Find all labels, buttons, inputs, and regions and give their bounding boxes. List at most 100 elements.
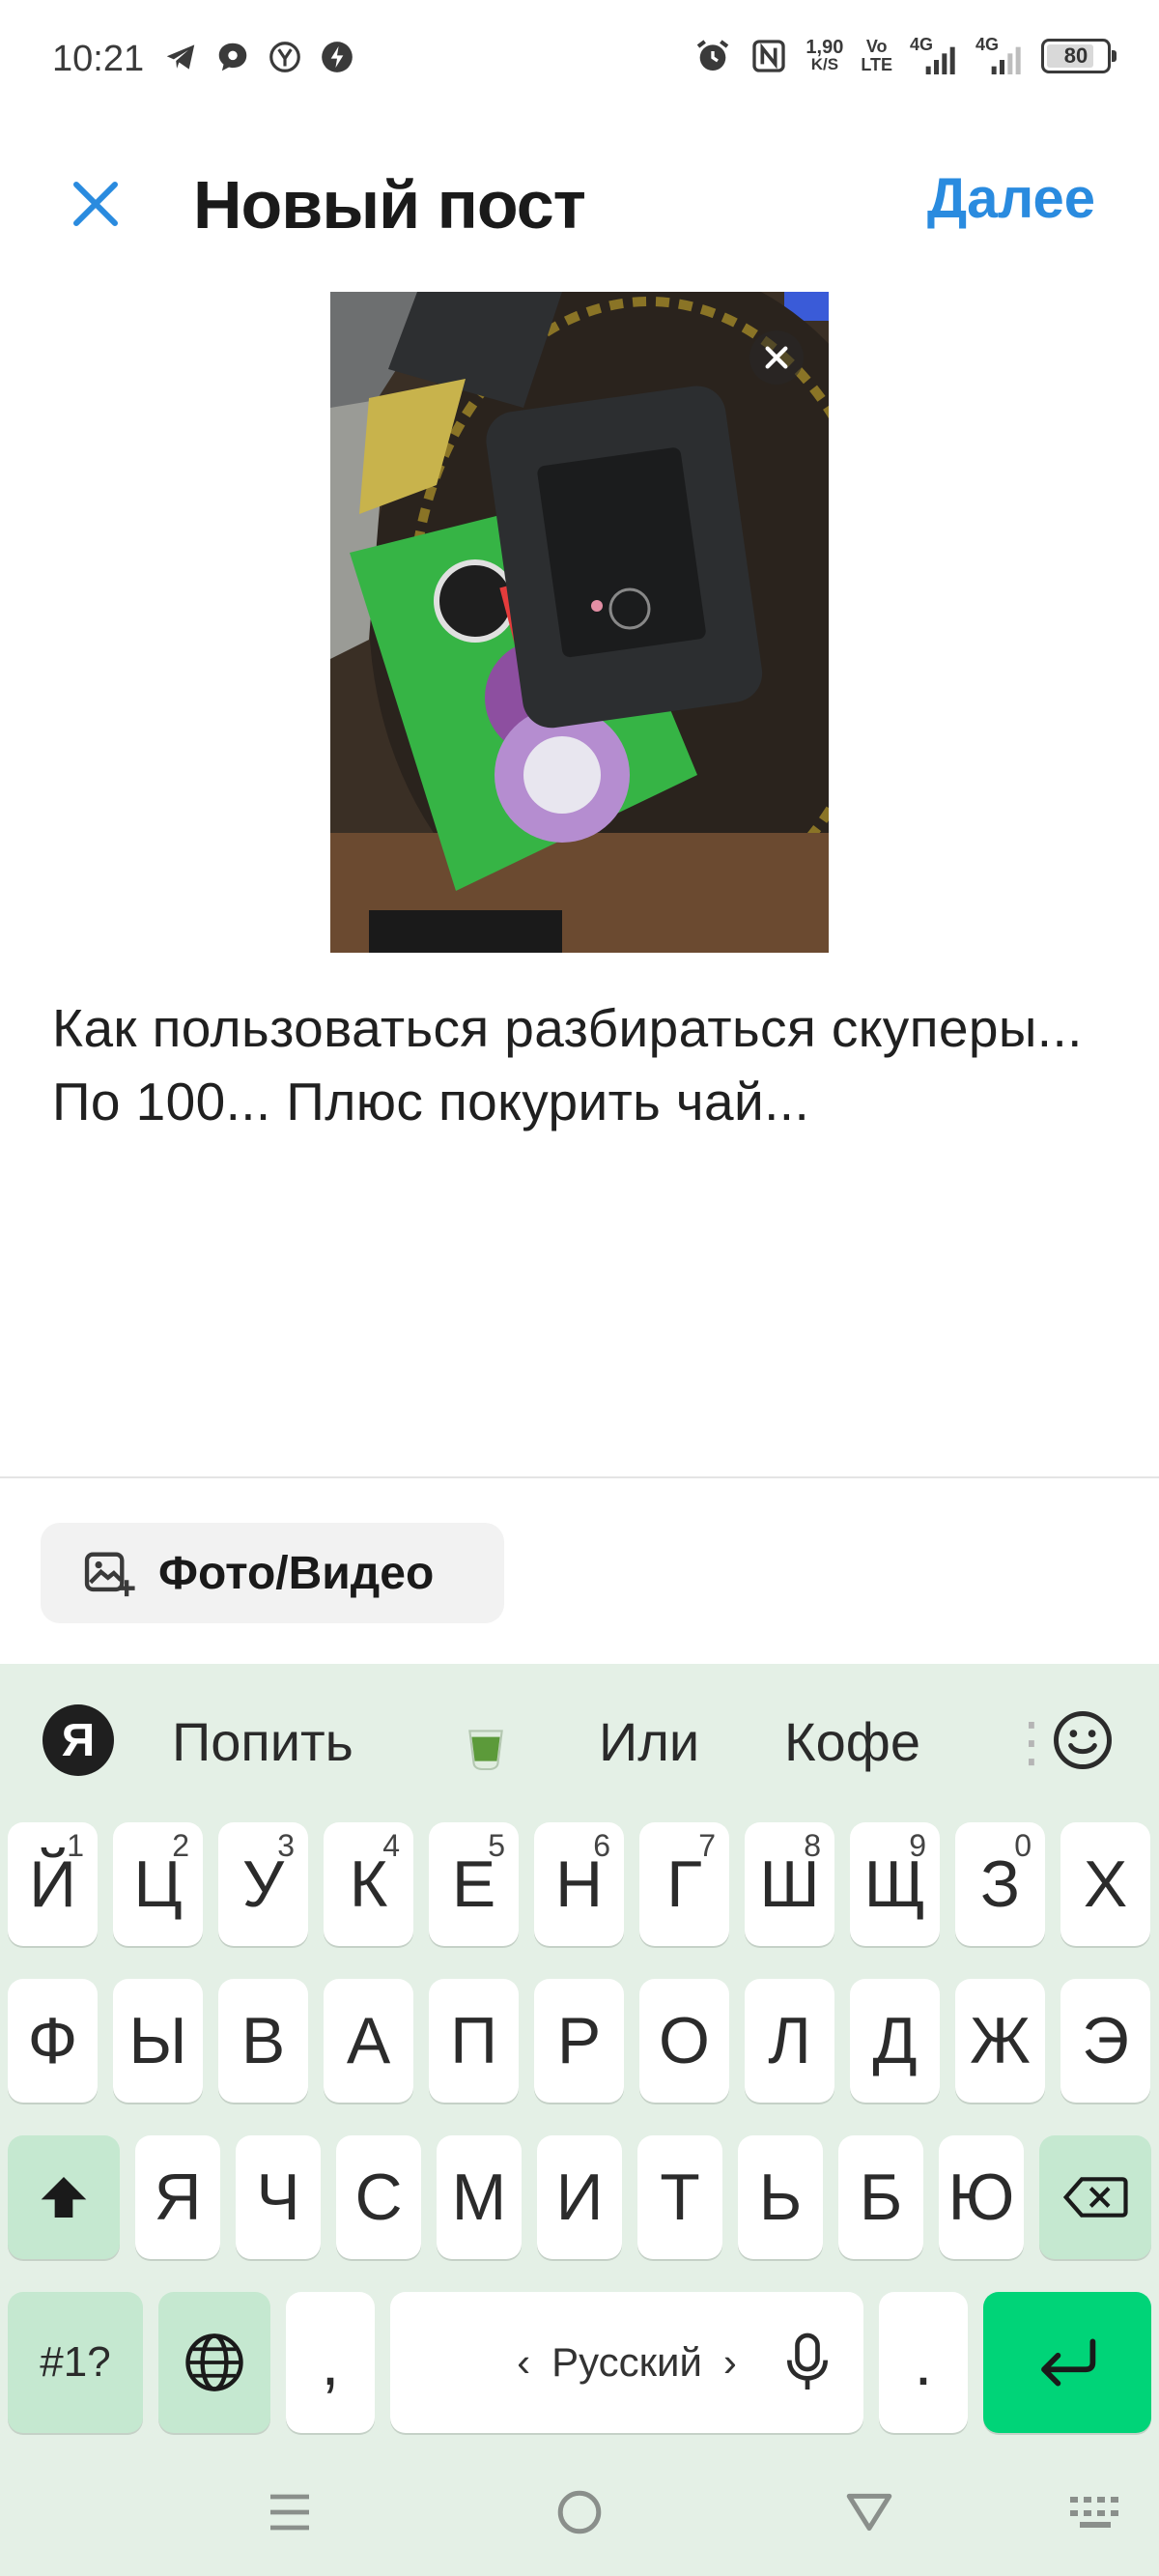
key-х[interactable]: Х bbox=[1060, 1822, 1150, 1946]
space-language-label: ‹ Русский › bbox=[517, 2339, 737, 2386]
key-в[interactable]: В bbox=[218, 1979, 308, 2103]
enter-arrow-icon bbox=[1041, 2338, 1096, 2387]
space-key[interactable]: ‹ Русский › bbox=[390, 2292, 863, 2433]
network-speed: 1,90 K/S bbox=[806, 38, 843, 73]
key-й[interactable]: Й1 bbox=[8, 1822, 98, 1946]
post-text-input[interactable]: Как пользоваться разбираться скуперы... … bbox=[52, 991, 1115, 1138]
key-э[interactable]: Э bbox=[1060, 1979, 1150, 2103]
telegram-icon bbox=[166, 44, 195, 70]
backspace-key[interactable] bbox=[1039, 2135, 1151, 2259]
keyboard-hide-button[interactable] bbox=[1066, 2483, 1124, 2541]
add-photo-video-label: Фото/Видео bbox=[158, 1547, 435, 1599]
chevron-left-icon: ‹ bbox=[517, 2339, 531, 2385]
suggestion-item[interactable]: Или bbox=[599, 1710, 699, 1773]
key-к[interactable]: К4 bbox=[324, 1822, 413, 1946]
key-с[interactable]: С bbox=[336, 2135, 421, 2259]
key-hint: 2 bbox=[172, 1828, 189, 1863]
key-ч[interactable]: Ч bbox=[236, 2135, 321, 2259]
signal-bars-icon bbox=[991, 46, 1021, 74]
alarm-icon bbox=[697, 40, 729, 71]
yandex-logo-button[interactable]: Я bbox=[42, 1704, 114, 1776]
system-icons: 1,90 K/S Vo LTE 4G 4G 80 bbox=[693, 35, 1117, 77]
key-щ[interactable]: Щ9 bbox=[850, 1822, 940, 1946]
space-language-text: Русский bbox=[551, 2339, 702, 2385]
key-label: Х bbox=[1083, 1847, 1128, 1921]
close-icon bbox=[73, 182, 118, 226]
system-navigation-bar bbox=[0, 2452, 1159, 2576]
language-key[interactable] bbox=[158, 2292, 270, 2433]
key-б[interactable]: Б bbox=[838, 2135, 923, 2259]
menu-lines-icon bbox=[270, 2494, 309, 2531]
chat-bubble-icon bbox=[218, 43, 247, 72]
status-bar: 10:21 1,90 K/S Vo LTE 4G 4G 80 bbox=[0, 0, 1159, 116]
keyboard: Я Попить Или Кофе ⋮ Й1 Ц2 У3 К4 Е5 Н6 Г7… bbox=[0, 1664, 1159, 2576]
status-time: 10:21 bbox=[52, 39, 145, 79]
keyboard-grid-icon bbox=[1070, 2497, 1118, 2528]
tea-cup-emoji-suggestion[interactable] bbox=[462, 1718, 510, 1777]
signal-sim1: 4G bbox=[910, 35, 958, 77]
tea-cup-icon bbox=[468, 1730, 503, 1771]
chevron-right-icon: › bbox=[722, 2339, 737, 2385]
shift-key[interactable] bbox=[8, 2135, 120, 2259]
key-ь[interactable]: Ь bbox=[738, 2135, 823, 2259]
key-ш[interactable]: Ш8 bbox=[745, 1822, 834, 1946]
key-е[interactable]: Е5 bbox=[429, 1822, 519, 1946]
key-у[interactable]: У3 bbox=[218, 1822, 308, 1946]
key-т[interactable]: Т bbox=[637, 2135, 722, 2259]
back-triangle-icon bbox=[846, 2493, 892, 2532]
emoji-button[interactable] bbox=[1051, 1708, 1115, 1777]
close-button[interactable] bbox=[62, 170, 129, 238]
key-hint: 1 bbox=[67, 1828, 84, 1863]
key-о[interactable]: О bbox=[639, 1979, 729, 2103]
key-д[interactable]: Д bbox=[850, 1979, 940, 2103]
nav-recents-button[interactable] bbox=[261, 2483, 319, 2541]
key-н[interactable]: Н6 bbox=[534, 1822, 624, 1946]
key-з[interactable]: З0 bbox=[955, 1822, 1045, 1946]
photo-image bbox=[330, 292, 829, 953]
key-а[interactable]: А bbox=[324, 1979, 413, 2103]
key-hint: 3 bbox=[277, 1828, 295, 1863]
key-ц[interactable]: Ц2 bbox=[113, 1822, 203, 1946]
key-ю[interactable]: Ю bbox=[939, 2135, 1024, 2259]
nav-home-button[interactable] bbox=[551, 2483, 608, 2541]
key-hint: 6 bbox=[593, 1828, 610, 1863]
key-и[interactable]: И bbox=[537, 2135, 622, 2259]
key-ы[interactable]: Ы bbox=[113, 1979, 203, 2103]
key-р[interactable]: Р bbox=[534, 1979, 624, 2103]
key-п[interactable]: П bbox=[429, 1979, 519, 2103]
key-я[interactable]: Я bbox=[135, 2135, 220, 2259]
comma-key[interactable]: , bbox=[286, 2292, 375, 2433]
suggestion-bar: Я Попить Или Кофе ⋮ bbox=[0, 1664, 1159, 1815]
key-hint: 8 bbox=[804, 1828, 821, 1863]
close-icon bbox=[765, 346, 788, 369]
signal-sim2: 4G bbox=[975, 35, 1024, 77]
key-hint: 9 bbox=[909, 1828, 926, 1863]
add-image-icon bbox=[84, 1552, 135, 1597]
remove-photo-button[interactable] bbox=[749, 330, 804, 385]
key-ж[interactable]: Ж bbox=[955, 1979, 1045, 2103]
next-button[interactable]: Далее bbox=[927, 166, 1095, 231]
volte-top: Vo bbox=[865, 37, 888, 56]
key-л[interactable]: Л bbox=[745, 1979, 834, 2103]
speed-unit: K/S bbox=[810, 55, 839, 73]
period-key[interactable]: . bbox=[879, 2292, 968, 2433]
add-photo-video-button[interactable]: Фото/Видео bbox=[41, 1523, 504, 1623]
battery-level: 80 bbox=[1063, 43, 1088, 68]
enter-key[interactable] bbox=[983, 2292, 1151, 2433]
suggestion-item[interactable]: Попить bbox=[172, 1710, 353, 1773]
key-hint: 4 bbox=[382, 1828, 400, 1863]
symbols-key[interactable]: #1? bbox=[8, 2292, 143, 2433]
suggestion-item[interactable]: Кофе bbox=[784, 1710, 920, 1773]
backspace-icon bbox=[1062, 2177, 1128, 2218]
notification-icons bbox=[162, 39, 355, 75]
divider bbox=[0, 1476, 1159, 1478]
key-hint: 0 bbox=[1014, 1828, 1032, 1863]
battery-icon: 80 bbox=[1041, 39, 1117, 73]
nav-back-button[interactable] bbox=[840, 2483, 898, 2541]
key-ф[interactable]: Ф bbox=[8, 1979, 98, 2103]
attached-photo[interactable] bbox=[330, 292, 829, 953]
key-г[interactable]: Г7 bbox=[639, 1822, 729, 1946]
signal-bars-icon bbox=[925, 46, 955, 74]
key-м[interactable]: М bbox=[437, 2135, 522, 2259]
key-label: Г bbox=[666, 1847, 702, 1921]
